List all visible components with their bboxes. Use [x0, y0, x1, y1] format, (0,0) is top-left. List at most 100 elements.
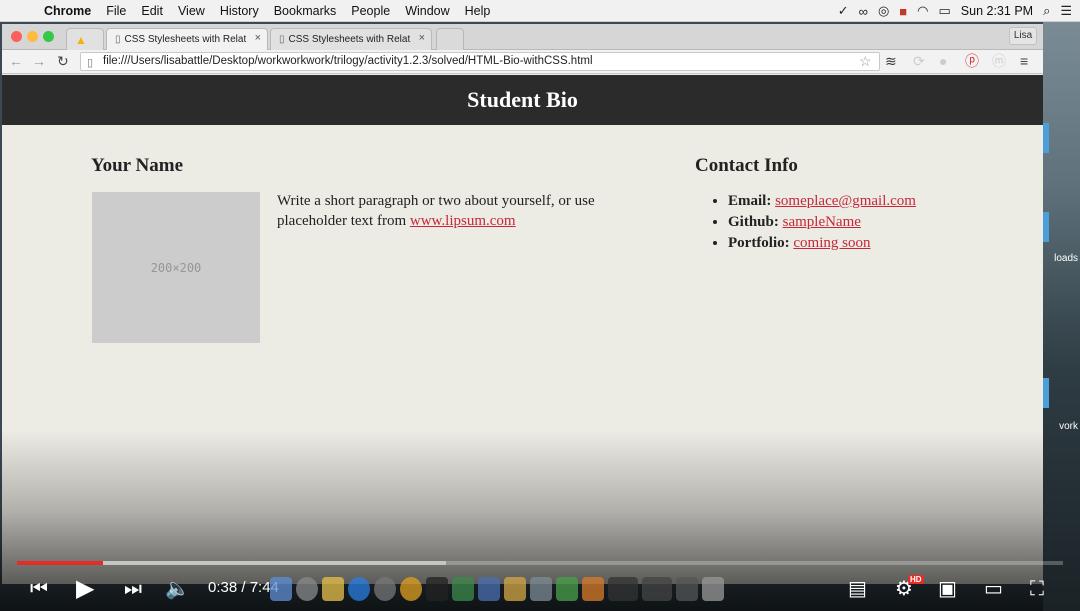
subtitles-icon[interactable]: ▤ [848, 575, 867, 601]
contact-label: Email: [728, 193, 772, 209]
page-icon: ▯ [87, 57, 94, 69]
infinity-status-icon[interactable]: ∞ [859, 4, 868, 19]
app-status-icon[interactable]: ■ [899, 4, 907, 19]
mac-dock [270, 577, 724, 607]
play-icon[interactable]: ▶ [76, 575, 94, 601]
dock-sublime-icon[interactable] [582, 577, 604, 601]
contact-item-email: Email: someplace@gmail.com [728, 191, 916, 212]
name-heading: Your Name [91, 155, 184, 176]
tab-active[interactable]: ▯ CSS Stylesheets with Relat × [106, 28, 268, 50]
desktop-folder-icon[interactable] [1043, 123, 1049, 153]
github-link[interactable]: sampleName [783, 214, 861, 230]
menu-app-name[interactable]: Chrome [44, 4, 91, 18]
tab-strip: ▲ ▯ CSS Stylesheets with Relat × ▯ CSS S… [2, 24, 1043, 50]
extension-icon[interactable]: ⟳ [913, 53, 925, 69]
checkmark-status-icon[interactable]: ✓ [838, 3, 849, 19]
menu-history[interactable]: History [220, 4, 259, 18]
desktop-background [1043, 0, 1080, 611]
dock-trash-icon[interactable] [702, 577, 724, 601]
dock-notes-icon[interactable] [322, 577, 344, 601]
close-window-icon[interactable] [11, 31, 22, 42]
desktop-label-work: vork [1059, 421, 1078, 432]
dock-app-icon[interactable] [556, 577, 578, 601]
back-arrow-icon[interactable]: ← [9, 53, 23, 69]
page-icon: ▯ [115, 34, 121, 45]
reload-icon[interactable]: ↻ [57, 53, 69, 69]
menubar-clock[interactable]: Sun 2:31 PM [961, 4, 1033, 18]
google-drive-icon: ▲ [75, 32, 87, 47]
pinterest-icon[interactable]: ⓟ [965, 53, 979, 69]
dock-app-icon[interactable] [608, 577, 638, 601]
video-controls: ⏮ ▶ ⏭ 🔈 0:38 / 7:44 ▤ ⚙ HD ▣ ▭ ⛶ [0, 567, 1080, 611]
menu-view[interactable]: View [178, 4, 205, 18]
wifi-icon[interactable]: ◠ [917, 3, 928, 19]
next-icon[interactable]: ⏭ [124, 575, 142, 601]
minimize-window-icon[interactable] [27, 31, 38, 42]
previous-icon[interactable]: ⏮ [30, 575, 48, 601]
desktop-label-downloads: loads [1054, 253, 1078, 264]
portfolio-link[interactable]: coming soon [793, 235, 870, 251]
spotlight-search-icon[interactable]: ⌕ [1043, 3, 1050, 19]
menu-people[interactable]: People [351, 4, 390, 18]
contact-label: Github: [728, 214, 779, 230]
close-tab-icon[interactable]: × [419, 32, 425, 44]
dock-app-icon[interactable] [452, 577, 474, 601]
browser-toolbar: ← → ↻ ▯ file:///Users/lisabattle/Desktop… [2, 50, 1043, 74]
contact-list: Email: someplace@gmail.com Github: sampl… [728, 191, 916, 254]
bio-paragraph: Write a short paragraph or two about you… [277, 191, 657, 231]
page-header: Student Bio [2, 75, 1043, 125]
profile-button[interactable]: Lisa [1009, 27, 1037, 45]
dock-app-icon[interactable] [642, 577, 672, 601]
tab-google-drive[interactable]: ▲ [66, 28, 104, 50]
new-tab-button[interactable] [436, 28, 464, 50]
menu-bookmarks[interactable]: Bookmarks [274, 4, 337, 18]
extension-icon[interactable]: ● [939, 53, 947, 69]
menu-help[interactable]: Help [465, 4, 491, 18]
dock-app-icon[interactable] [478, 577, 500, 601]
volume-icon[interactable]: 🔈 [165, 575, 190, 601]
theater-mode-icon[interactable]: ▭ [984, 575, 1003, 601]
dock-app-icon[interactable] [530, 577, 552, 601]
video-progress-bar[interactable] [17, 561, 1063, 565]
dock-app-store-icon[interactable] [348, 577, 370, 601]
close-tab-icon[interactable]: × [255, 32, 261, 44]
battery-icon[interactable]: ▭ [939, 3, 951, 19]
forward-arrow-icon[interactable]: → [32, 53, 46, 69]
profile-photo-placeholder: 200×200 [92, 192, 260, 343]
email-link[interactable]: someplace@gmail.com [775, 193, 916, 209]
layers-extension-icon[interactable]: ≋ [885, 53, 897, 69]
video-time: 0:38 / 7:44 [208, 579, 279, 596]
tab-inactive[interactable]: ▯ CSS Stylesheets with Relat × [270, 28, 432, 50]
dock-chrome-icon[interactable] [400, 577, 422, 601]
contact-label: Portfolio: [728, 235, 790, 251]
fullscreen-icon[interactable]: ⛶ [1030, 575, 1044, 601]
dock-launchpad-icon[interactable] [296, 577, 318, 601]
dock-app-icon[interactable] [676, 577, 698, 601]
desktop-folder-icon[interactable] [1043, 212, 1049, 242]
dock-settings-icon[interactable] [374, 577, 396, 601]
record-status-icon[interactable]: ◎ [878, 3, 889, 19]
contact-item-portfolio: Portfolio: coming soon [728, 233, 916, 254]
dock-terminal-icon[interactable] [426, 577, 448, 601]
lipsum-link[interactable]: www.lipsum.com [410, 213, 516, 229]
dock-app-icon[interactable] [504, 577, 526, 601]
menu-file[interactable]: File [106, 4, 126, 18]
photo-placeholder-label: 200×200 [150, 260, 202, 275]
miniplayer-icon[interactable]: ▣ [938, 575, 957, 601]
menu-window[interactable]: Window [405, 4, 449, 18]
extension-icon[interactable]: ⓜ [992, 53, 1006, 69]
menu-hamburger-icon[interactable]: ≡ [1020, 53, 1028, 69]
contact-item-github: Github: sampleName [728, 212, 916, 233]
tab-title: CSS Stylesheets with Relat [288, 34, 411, 45]
notification-center-icon[interactable]: ☰ [1060, 3, 1072, 19]
tab-title: CSS Stylesheets with Relat [124, 34, 247, 45]
address-bar[interactable]: ▯ file:///Users/lisabattle/Desktop/workw… [80, 52, 880, 71]
desktop-folder-icon[interactable] [1043, 378, 1049, 408]
zoom-window-icon[interactable] [43, 31, 54, 42]
menu-edit[interactable]: Edit [141, 4, 163, 18]
page-icon: ▯ [279, 34, 285, 45]
hd-badge: HD [908, 575, 924, 584]
dock-app-icon[interactable] [270, 577, 292, 601]
mac-menubar: Chrome File Edit View History Bookmarks … [0, 0, 1080, 22]
bookmark-star-icon[interactable]: ☆ [859, 53, 872, 69]
